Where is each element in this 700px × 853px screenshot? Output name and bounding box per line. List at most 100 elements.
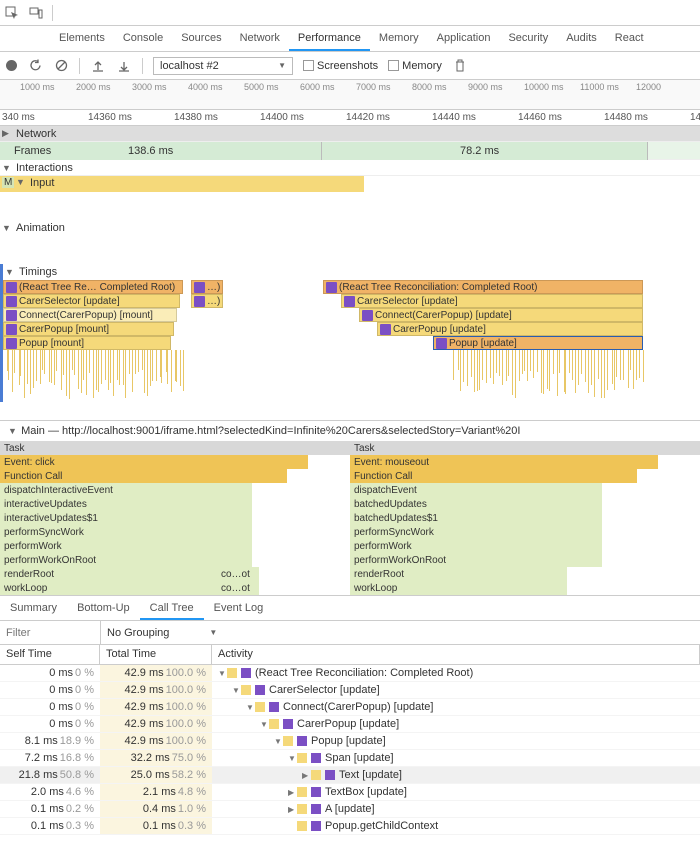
call-bar[interactable]: co…ot — [217, 581, 259, 595]
call-row[interactable]: interactiveUpdates batchedUpdates — [0, 497, 700, 511]
tree-row[interactable]: 7.2 ms16.8 %32.2 ms75.0 %▼Span [update] — [0, 750, 700, 767]
time-ruler[interactable]: 340 ms14360 ms14380 ms14400 ms14420 ms14… — [0, 110, 700, 126]
network-section[interactable]: ▶ Network — [0, 126, 700, 142]
tab-security[interactable]: Security — [499, 26, 557, 51]
col-total-time[interactable]: Total Time — [100, 645, 212, 664]
trash-icon[interactable] — [452, 58, 468, 74]
timing-bar[interactable]: Connect(CarerPopup) [mount] — [3, 308, 177, 322]
call-bar[interactable]: dispatchInteractiveEvent — [0, 483, 252, 497]
call-stack-flamegraph[interactable]: TaskTaskEvent: clickEvent: mouseoutFunct… — [0, 441, 700, 595]
call-bar[interactable]: workLoop — [0, 581, 217, 595]
call-bar[interactable]: performWork — [350, 539, 602, 553]
subtab-event-log[interactable]: Event Log — [204, 596, 274, 620]
timing-bar-small[interactable]: …) — [191, 294, 223, 308]
timing-bar[interactable]: CarerPopup [update] — [377, 322, 643, 336]
call-bar[interactable]: renderRoot — [0, 567, 217, 581]
call-bar[interactable]: Function Call — [0, 469, 287, 483]
main-thread-label[interactable]: ▼ Main — http://localhost:9001/iframe.ht… — [0, 420, 700, 441]
call-bar[interactable]: Task — [350, 441, 700, 455]
call-row[interactable]: performWorkOnRoot performWorkOnRoot — [0, 553, 700, 567]
call-bar[interactable]: performSyncWork — [0, 525, 252, 539]
tree-row[interactable]: 0.1 ms0.3 %0.1 ms0.3 %Popup.getChildCont… — [0, 818, 700, 835]
call-row[interactable]: performWork performWork — [0, 539, 700, 553]
filter-input[interactable] — [0, 625, 100, 641]
record-button[interactable] — [6, 60, 17, 71]
disclosure-icon[interactable]: ▼ — [288, 754, 297, 763]
timing-bar[interactable]: CarerPopup [mount] — [3, 322, 174, 336]
tree-row[interactable]: 21.8 ms50.8 %25.0 ms58.2 %▶Text [update] — [0, 767, 700, 784]
call-bar[interactable]: batchedUpdates — [350, 497, 602, 511]
tab-sources[interactable]: Sources — [172, 26, 230, 51]
call-bar[interactable]: performWorkOnRoot — [350, 553, 602, 567]
timings-section[interactable]: ▼ Timings — [0, 264, 700, 280]
tab-memory[interactable]: Memory — [370, 26, 428, 51]
clear-icon[interactable] — [53, 58, 69, 74]
tree-row[interactable]: 0 ms0 %42.9 ms100.0 %▼Connect(CarerPopup… — [0, 699, 700, 716]
reload-icon[interactable] — [27, 58, 43, 74]
tab-application[interactable]: Application — [428, 26, 500, 51]
call-bar[interactable]: Function Call — [350, 469, 637, 483]
call-bar[interactable]: batchedUpdates$1 — [350, 511, 602, 525]
timing-bar[interactable]: Popup [mount] — [3, 336, 171, 350]
frames-section[interactable]: Frames 138.6 ms 78.2 ms — [0, 142, 700, 160]
disclosure-icon[interactable]: ▼ — [246, 703, 255, 712]
tab-react[interactable]: React — [606, 26, 653, 51]
tab-audits[interactable]: Audits — [557, 26, 606, 51]
interactions-section[interactable]: ▼ Interactions — [0, 160, 700, 176]
call-bar[interactable]: interactiveUpdates — [0, 497, 252, 511]
timing-bar[interactable]: (React Tree Reconciliation: Completed Ro… — [323, 280, 643, 294]
tree-row[interactable]: 0 ms0 %42.9 ms100.0 %▼(React Tree Reconc… — [0, 665, 700, 682]
tab-console[interactable]: Console — [114, 26, 172, 51]
timing-bar-small[interactable]: …) — [191, 280, 223, 294]
overview-timeline[interactable]: 1000 ms2000 ms3000 ms4000 ms5000 ms6000 … — [0, 80, 700, 110]
disclosure-icon[interactable]: ▶ — [288, 805, 297, 814]
call-row[interactable]: interactiveUpdates$1 batchedUpdates$1 — [0, 511, 700, 525]
call-row[interactable]: renderRootco…otrenderRoot — [0, 567, 700, 581]
call-row[interactable]: dispatchInteractiveEvent dispatchEvent — [0, 483, 700, 497]
disclosure-icon[interactable]: ▶ — [302, 771, 311, 780]
subtab-summary[interactable]: Summary — [0, 596, 67, 620]
call-row[interactable]: Function Call Function Call — [0, 469, 700, 483]
disclosure-icon[interactable]: ▼ — [232, 686, 241, 695]
col-self-time[interactable]: Self Time — [0, 645, 100, 664]
call-bar[interactable]: interactiveUpdates$1 — [0, 511, 252, 525]
device-icon[interactable] — [28, 5, 44, 21]
disclosure-icon[interactable]: ▶ — [288, 788, 297, 797]
target-dropdown[interactable]: localhost #2 ▼ — [153, 57, 293, 75]
call-bar[interactable]: renderRoot — [350, 567, 567, 581]
input-bar[interactable] — [0, 176, 364, 192]
subtab-call-tree[interactable]: Call Tree — [140, 596, 204, 620]
call-row[interactable]: workLoopco…otworkLoop — [0, 581, 700, 595]
tree-row[interactable]: 8.1 ms18.9 %42.9 ms100.0 %▼Popup [update… — [0, 733, 700, 750]
frame-block[interactable]: 78.2 ms — [322, 142, 648, 160]
timing-bar[interactable]: (React Tree Re… Completed Root) — [3, 280, 183, 294]
call-row[interactable]: Event: clickEvent: mouseout — [0, 455, 700, 469]
screenshots-checkbox[interactable]: Screenshots — [303, 60, 378, 72]
tree-row[interactable]: 2.0 ms4.6 %2.1 ms4.8 %▶TextBox [update] — [0, 784, 700, 801]
grouping-dropdown[interactable]: No Grouping ▼ — [100, 621, 223, 644]
call-row[interactable]: performSyncWork performSyncWork — [0, 525, 700, 539]
call-bar[interactable]: workLoop — [350, 581, 567, 595]
tree-row[interactable]: 0.1 ms0.2 %0.4 ms1.0 %▶A [update] — [0, 801, 700, 818]
call-bar[interactable]: Event: click — [0, 455, 308, 469]
tab-network[interactable]: Network — [231, 26, 289, 51]
timing-bar[interactable]: CarerSelector [update] — [3, 294, 180, 308]
timings-flamegraph[interactable]: (React Tree Re… Completed Root) …) CarerSe… — [0, 280, 700, 350]
call-bar[interactable]: performSyncWork — [350, 525, 602, 539]
timing-bar[interactable]: Connect(CarerPopup) [update] — [359, 308, 643, 322]
timing-bar[interactable]: CarerSelector [update] — [341, 294, 643, 308]
load-icon[interactable] — [90, 58, 106, 74]
subtab-bottom-up[interactable]: Bottom-Up — [67, 596, 140, 620]
call-bar[interactable]: performWork — [0, 539, 252, 553]
col-activity[interactable]: Activity — [212, 645, 700, 664]
inspect-icon[interactable] — [4, 5, 20, 21]
tree-row[interactable]: 0 ms0 %42.9 ms100.0 %▼CarerPopup [update… — [0, 716, 700, 733]
disclosure-icon[interactable]: ▼ — [260, 720, 269, 729]
call-bar[interactable]: performWorkOnRoot — [0, 553, 252, 567]
disclosure-icon[interactable]: ▼ — [274, 737, 283, 746]
call-tree-body[interactable]: 0 ms0 %42.9 ms100.0 %▼(React Tree Reconc… — [0, 665, 700, 835]
memory-checkbox[interactable]: Memory — [388, 60, 442, 72]
disclosure-icon[interactable]: ▼ — [218, 669, 227, 678]
save-icon[interactable] — [116, 58, 132, 74]
call-bar[interactable]: dispatchEvent — [350, 483, 602, 497]
